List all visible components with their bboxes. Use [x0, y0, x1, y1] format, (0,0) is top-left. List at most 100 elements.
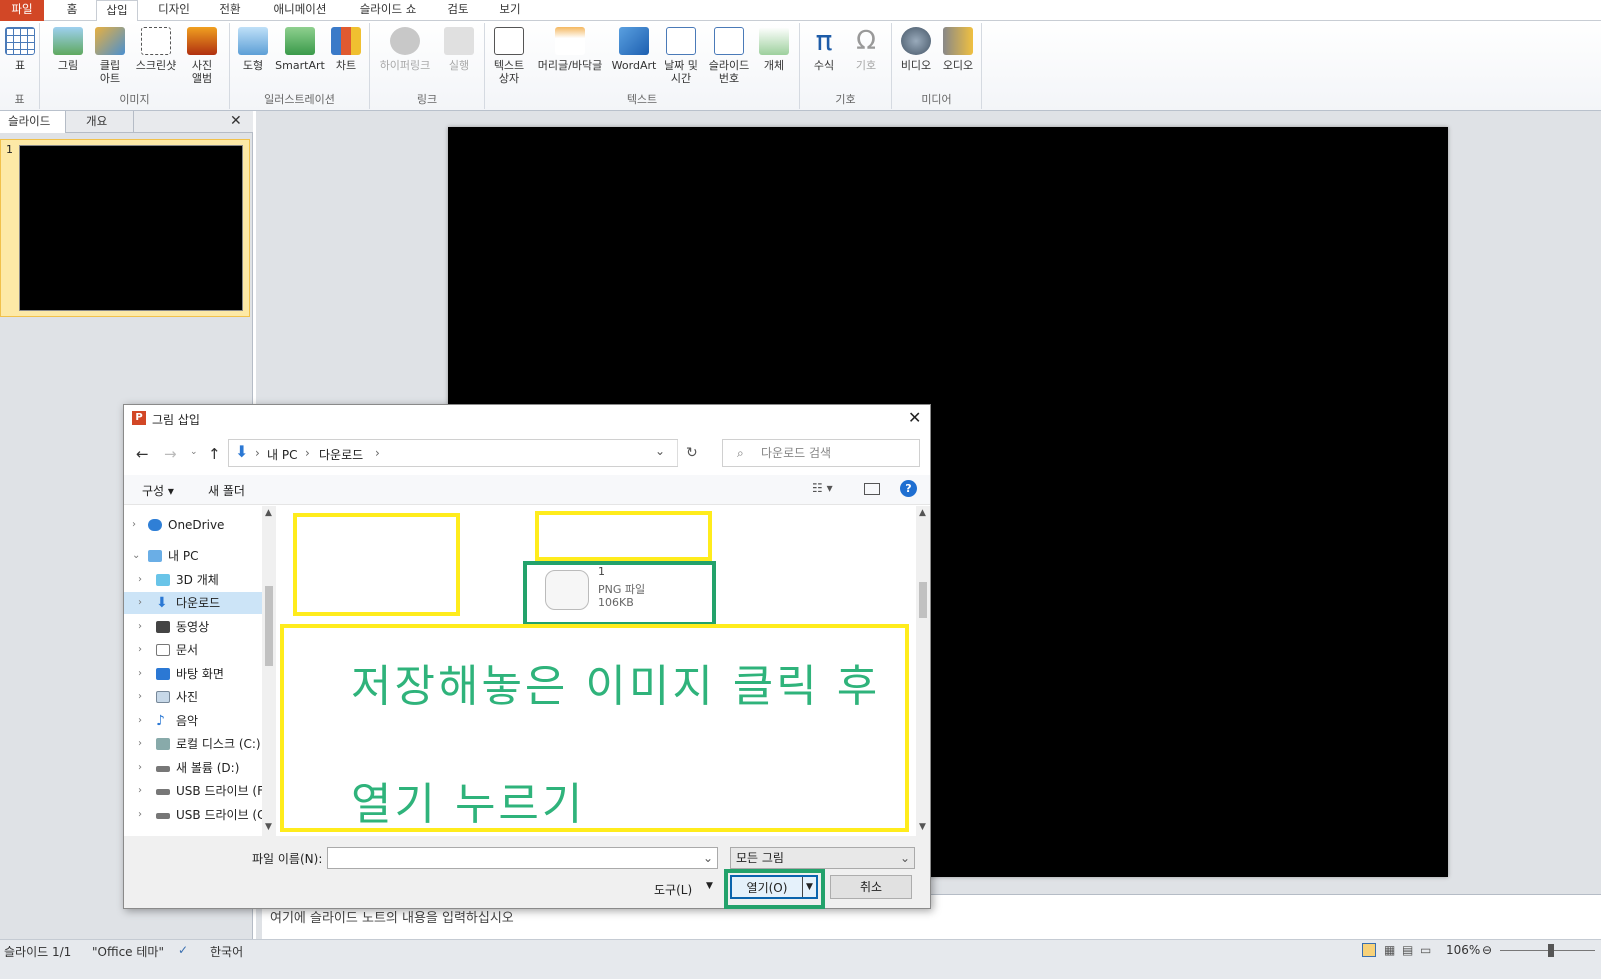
clipart-button[interactable]: 클립 아트 — [90, 27, 130, 85]
file-scrollbar[interactable]: ▲ ▼ — [916, 506, 930, 836]
tab-slideshow[interactable]: 슬라이드 쇼 — [350, 0, 426, 21]
zoom-slider-thumb[interactable] — [1548, 944, 1554, 957]
filename-input[interactable]: ⌄ — [327, 847, 718, 869]
chart-button[interactable]: 차트 — [328, 27, 364, 72]
organize-button[interactable]: 구성 ▾ — [142, 482, 174, 499]
scroll-down-icon[interactable]: ▼ — [919, 822, 926, 832]
normal-view-icon[interactable] — [1362, 943, 1376, 957]
tab-insert[interactable]: 삽입 — [96, 0, 138, 22]
up-arrow-icon[interactable]: ↑ — [208, 445, 221, 463]
nav-documents[interactable]: › 문서 — [124, 639, 264, 661]
slide-number: 1 — [6, 143, 13, 156]
preview-pane-icon[interactable] — [864, 483, 880, 495]
smartart-button[interactable]: SmartArt — [274, 27, 326, 72]
symbol-button[interactable]: Ω 기호 — [848, 27, 884, 72]
datetime-button[interactable]: 날짜 및 시간 — [659, 27, 703, 85]
nav-scrollbar[interactable]: ▲ ▼ — [262, 506, 276, 836]
new-folder-button[interactable]: 새 폴더 — [208, 482, 245, 499]
open-dropdown-icon[interactable]: ▼ — [802, 877, 816, 897]
breadcrumb-downloads[interactable]: 다운로드 — [319, 446, 363, 463]
scroll-thumb[interactable] — [265, 586, 273, 666]
nav-desktop[interactable]: › 바탕 화면 — [124, 663, 264, 685]
nav-local-disk-c[interactable]: › 로컬 디스크 (C:) — [124, 733, 264, 755]
nav-volume-d[interactable]: › 새 볼륨 (D:) — [124, 757, 264, 779]
reading-view-icon[interactable]: ▤ — [1402, 943, 1413, 957]
tab-review[interactable]: 검토 — [438, 0, 478, 21]
wordart-button[interactable]: WordArt — [609, 27, 659, 72]
object-button[interactable]: 개체 — [757, 27, 791, 72]
photo-album-button[interactable]: 사진 앨범 — [182, 27, 222, 85]
tab-transitions[interactable]: 전환 — [210, 0, 250, 21]
table-icon — [5, 27, 35, 55]
header-footer-button[interactable]: 머리글/바닥글 — [531, 27, 609, 72]
nav-videos[interactable]: › 동영상 — [124, 616, 264, 638]
theme-name: "Office 테마" — [92, 945, 164, 959]
tab-view[interactable]: 보기 — [490, 0, 530, 21]
tab-animations[interactable]: 애니메이션 — [262, 0, 338, 21]
zoom-out-icon[interactable]: ⊖ — [1482, 943, 1492, 957]
filetype-select[interactable]: 모든 그림 ⌄ — [730, 847, 915, 869]
equation-button[interactable]: π 수식 — [806, 27, 842, 73]
close-icon[interactable]: ✕ — [908, 408, 921, 427]
nav-this-pc[interactable]: ⌄ 내 PC — [124, 545, 264, 567]
open-button[interactable]: 열기(O) ▼ — [730, 875, 818, 899]
shapes-button[interactable]: 도형 — [236, 27, 270, 72]
forward-arrow-icon[interactable]: → — [164, 445, 177, 463]
screenshot-button[interactable]: 스크린샷 — [132, 27, 180, 72]
nav-downloads[interactable]: › ⬇ 다운로드 — [124, 592, 264, 614]
scroll-up-icon[interactable]: ▲ — [265, 508, 272, 518]
refresh-icon[interactable]: ↻ — [686, 445, 698, 461]
tab-home[interactable]: 홈 — [55, 0, 89, 21]
nav-usb-f[interactable]: › USB 드라이브 (F — [124, 780, 264, 802]
nav-usb-c[interactable]: › USB 드라이브 (C — [124, 804, 264, 826]
search-input[interactable]: ⌕ 다운로드 검색 — [722, 439, 920, 467]
tab-outline[interactable]: 개요 — [78, 111, 134, 133]
picture-button[interactable]: 그림 — [50, 27, 86, 72]
language[interactable]: 한국어 — [210, 943, 243, 960]
file-thumbnail — [545, 570, 589, 610]
breadcrumb-pc[interactable]: 내 PC — [267, 446, 297, 463]
tools-menu[interactable]: 도구(L) — [654, 881, 692, 898]
nav-onedrive[interactable]: › OneDrive — [124, 514, 264, 536]
recent-chevron-icon[interactable]: ⌄ — [190, 447, 198, 457]
action-button[interactable]: 실행 — [442, 27, 476, 72]
back-arrow-icon[interactable]: ← — [136, 445, 149, 463]
scroll-up-icon[interactable]: ▲ — [919, 508, 926, 518]
video-button[interactable]: 비디오 — [896, 27, 936, 72]
drive-icon — [156, 738, 170, 750]
spellcheck-icon[interactable]: ✓ — [178, 943, 188, 957]
slide-thumbnail[interactable] — [19, 145, 243, 311]
chevron-down-icon[interactable]: ⌄ — [703, 848, 713, 868]
tab-design[interactable]: 디자인 — [150, 0, 198, 21]
chevron-down-icon: ⌄ — [899, 851, 910, 865]
file-item-highlight[interactable]: 1 PNG 파일 106KB — [523, 561, 716, 626]
filename-label: 파일 이름(N): — [252, 852, 323, 866]
slide-thumbnail-row[interactable]: 1 — [0, 139, 250, 317]
address-dropdown-icon[interactable]: ⌄ — [655, 444, 665, 458]
address-bar[interactable]: ⬇ › 내 PC › 다운로드 › ⌄ — [228, 439, 678, 467]
hyperlink-button[interactable]: 하이퍼링크 — [374, 27, 436, 72]
group-media: 비디오 오디오 미디어 — [892, 23, 982, 109]
help-icon[interactable]: ? — [900, 480, 917, 497]
table-button[interactable]: 표 — [3, 27, 37, 72]
nav-music[interactable]: › ♪ 음악 — [124, 710, 264, 732]
textbox-button[interactable]: 텍스트 상자 — [489, 27, 529, 85]
zoom-level[interactable]: 106% — [1446, 943, 1480, 957]
close-pane-icon[interactable]: ✕ — [230, 111, 242, 133]
nav-pictures[interactable]: › 사진 — [124, 686, 264, 708]
slideshow-view-icon[interactable]: ▭ — [1420, 943, 1431, 957]
sorter-view-icon[interactable]: ▦ — [1384, 943, 1395, 957]
tools-dropdown-icon[interactable]: ▼ — [706, 881, 713, 891]
tab-slides[interactable]: 슬라이드 — [0, 111, 66, 133]
slide-number-button[interactable]: 슬라이드 번호 — [703, 27, 755, 85]
scroll-down-icon[interactable]: ▼ — [265, 822, 272, 832]
annotation-text-line1: 저장해놓은 이미지 클릭 후 — [351, 661, 881, 712]
scroll-thumb[interactable] — [919, 582, 927, 618]
audio-button[interactable]: 오디오 — [938, 27, 978, 72]
picture-icon — [156, 691, 170, 703]
view-options-icon[interactable]: ☷ ▾ — [812, 481, 833, 495]
nav-3d-objects[interactable]: › 3D 개체 — [124, 569, 264, 591]
tab-file[interactable]: 파일 — [0, 0, 44, 21]
cancel-button[interactable]: 취소 — [830, 875, 912, 899]
group-text: 텍스트 상자 머리글/바닥글 WordArt 날짜 및 시간 슬라이드 번호 개… — [485, 23, 800, 109]
